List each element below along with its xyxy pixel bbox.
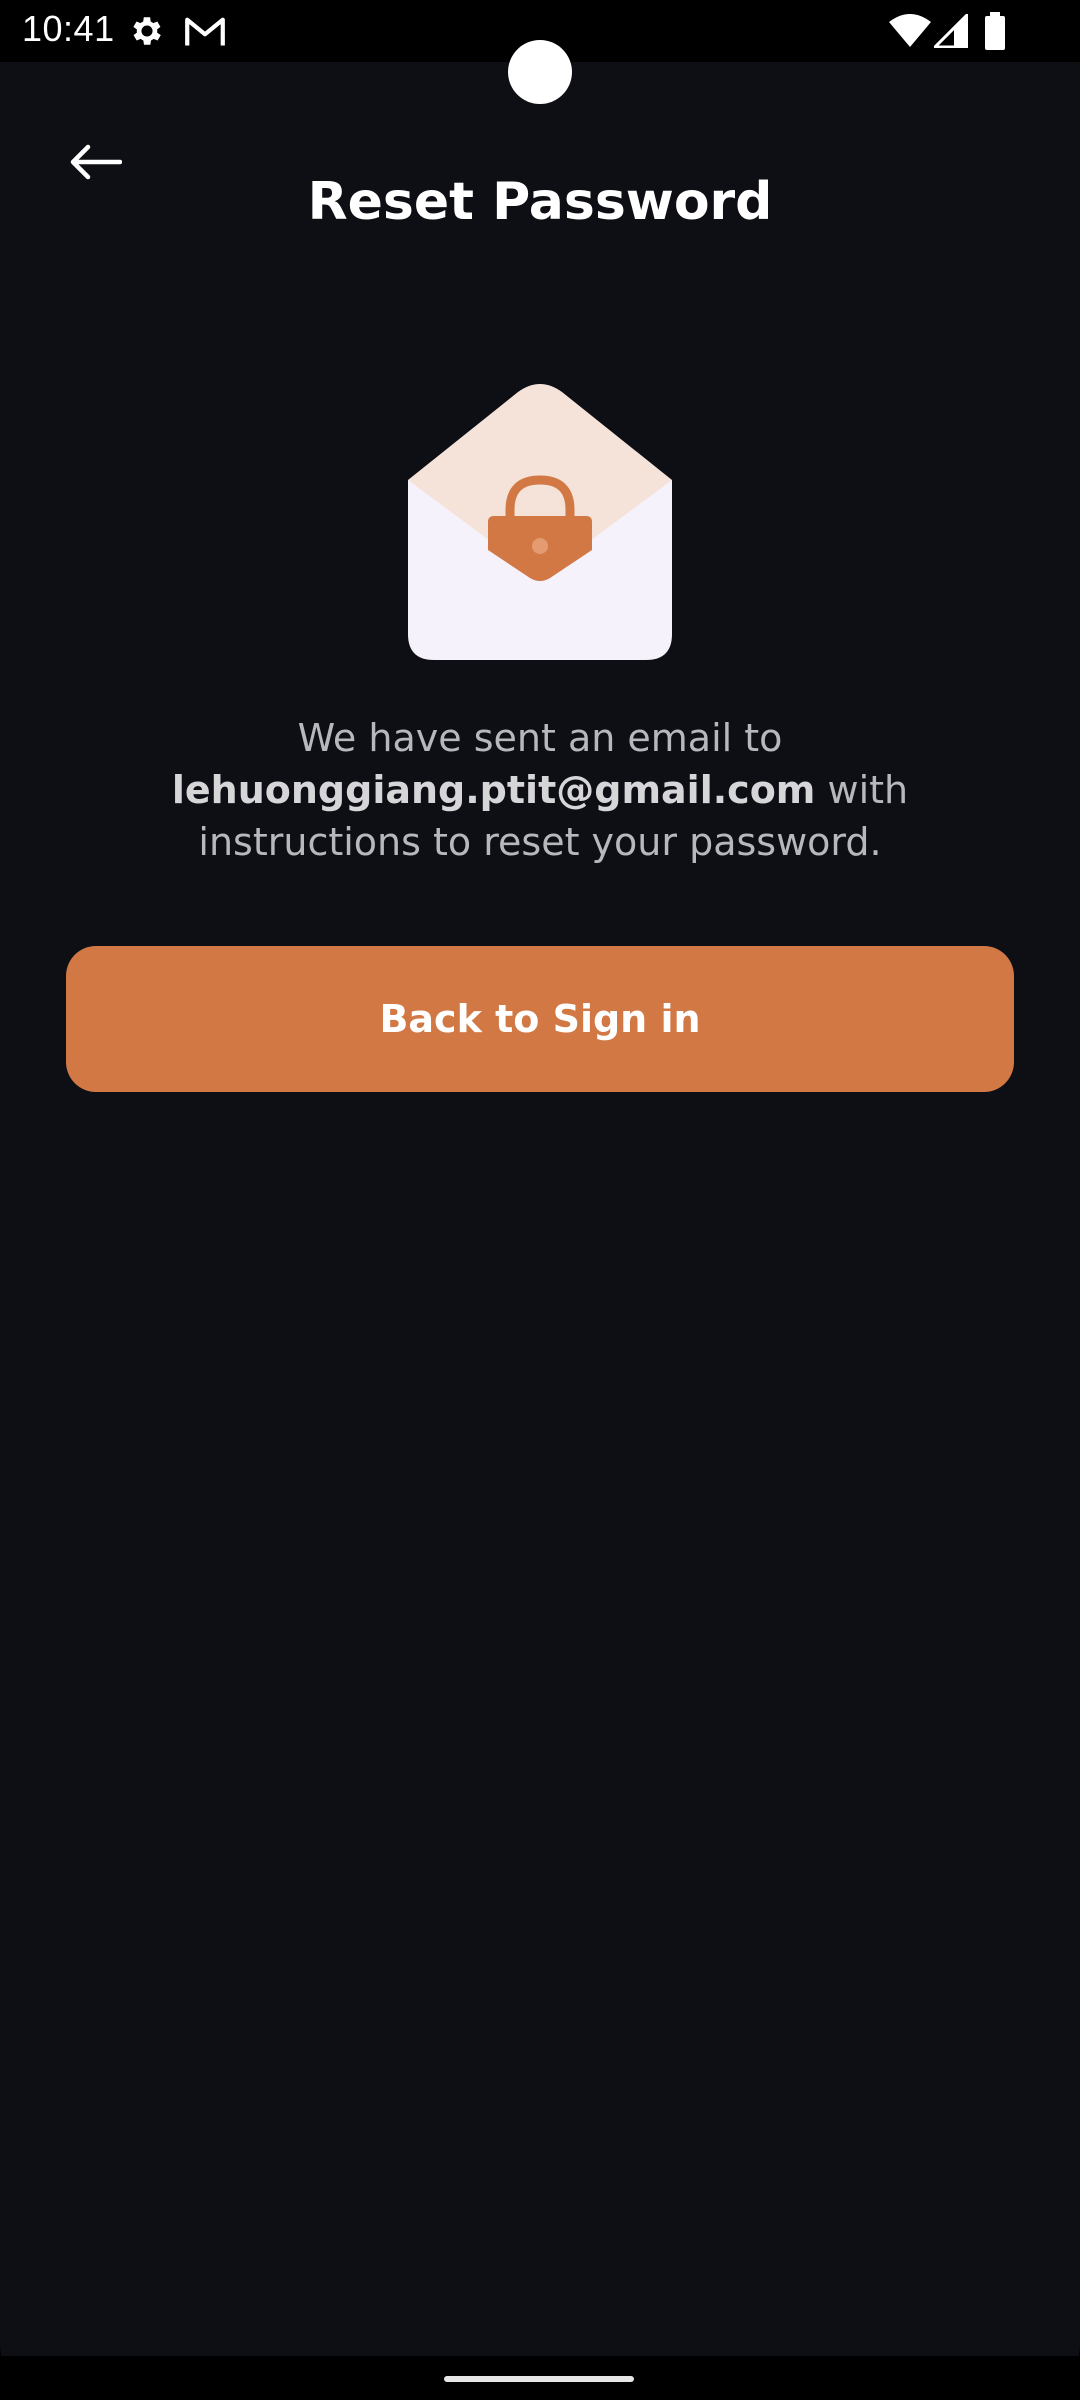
- gmail-icon: [184, 12, 226, 54]
- home-indicator[interactable]: [444, 2376, 634, 2382]
- email-address: lehuonggiang.ptit@gmail.com: [171, 768, 816, 812]
- reset-password-screen: 10:41 Reset Password We have sent an ema…: [0, 0, 1080, 2400]
- front-camera: [508, 40, 572, 104]
- signal-icon: [931, 11, 969, 52]
- confirmation-message: We have sent an email to lehuonggiang.pt…: [60, 712, 1020, 868]
- message-prefix: We have sent an email to: [297, 716, 783, 760]
- envelope-lock-icon: [400, 382, 680, 664]
- battery-icon: [984, 12, 1006, 54]
- wifi-icon: [888, 14, 932, 52]
- status-time: 10:41: [22, 8, 115, 49]
- gear-icon: [128, 12, 166, 54]
- page-title: Reset Password: [307, 172, 773, 232]
- back-to-sign-in-button[interactable]: Back to Sign in: [66, 946, 1014, 1092]
